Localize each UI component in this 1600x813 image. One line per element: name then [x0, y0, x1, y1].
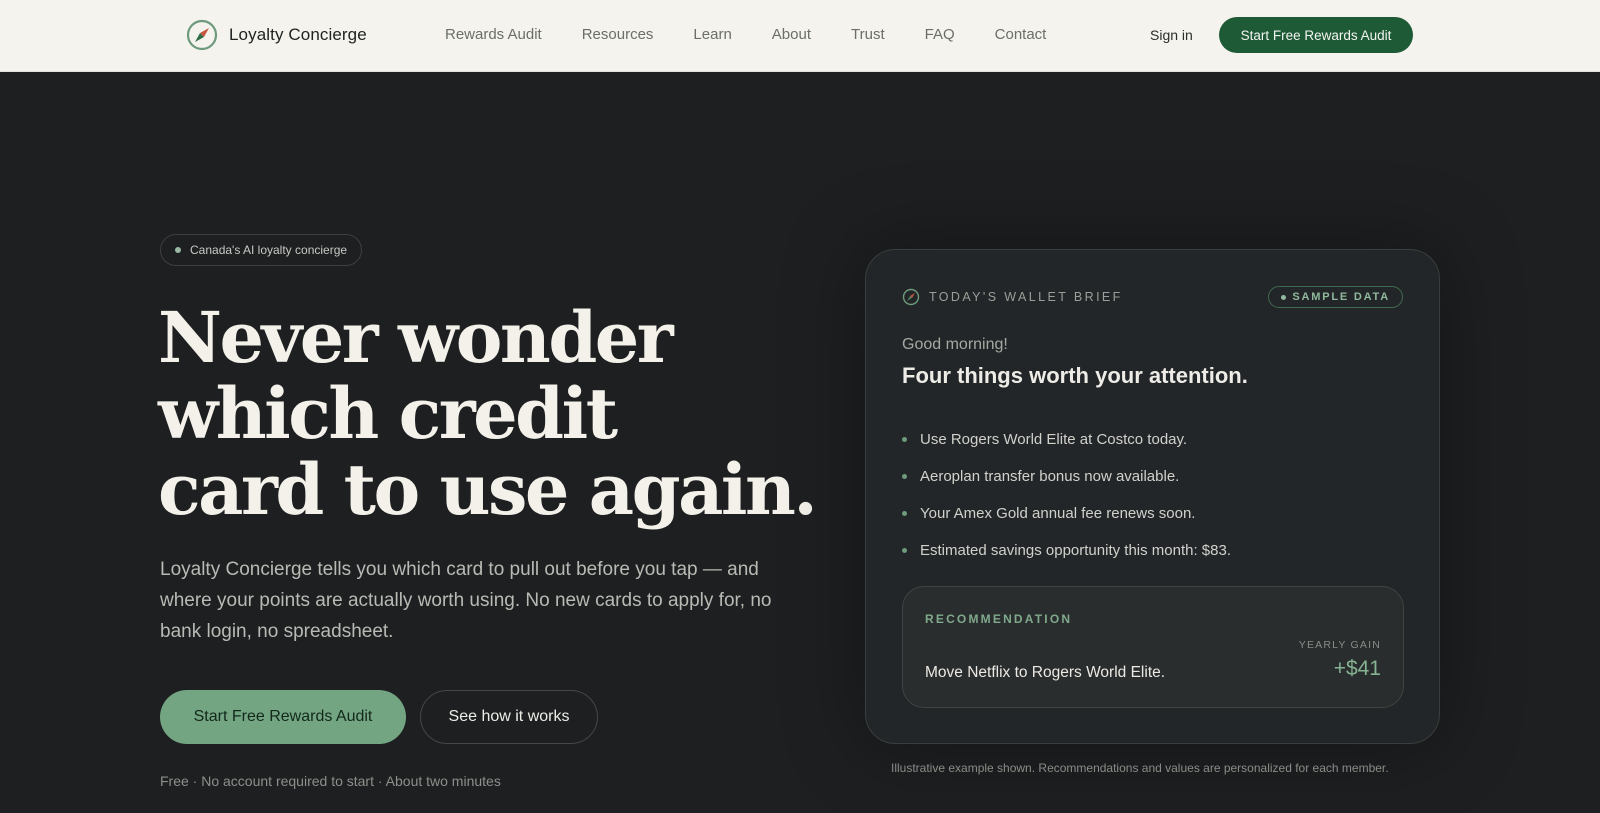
dot-icon: [1281, 294, 1287, 300]
recommendation-box: RECOMMENDATION Move Netflix to Rogers Wo…: [902, 586, 1404, 708]
hero-fineprint: Free · No account required to start · Ab…: [160, 773, 501, 789]
brief-list: Use Rogers World Elite at Costco today. …: [902, 421, 1231, 569]
nav-trust[interactable]: Trust: [851, 26, 885, 43]
bullet-icon: [902, 548, 907, 553]
nav-faq[interactable]: FAQ: [925, 26, 955, 43]
wallet-brief-card: TODAY'S WALLET BRIEF SAMPLE DATA Good mo…: [865, 249, 1440, 744]
yearly-gain-label: YEARLY GAIN: [1298, 639, 1381, 651]
headline-line-1: Never wonder: [158, 296, 674, 379]
list-item-text: Your Amex Gold annual fee renews soon.: [920, 505, 1196, 522]
list-item: Aeroplan transfer bonus now available.: [902, 458, 1231, 495]
sample-data-badge: SAMPLE DATA: [1268, 286, 1403, 308]
recommendation-text: Move Netflix to Rogers World Elite.: [925, 664, 1166, 681]
bullet-icon: [902, 474, 907, 479]
site-header: Loyalty Concierge Rewards Audit Resource…: [0, 0, 1600, 72]
card-title: Four things worth your attention.: [902, 363, 1248, 388]
brand-name: Loyalty Concierge: [229, 25, 367, 44]
nav-rewards-audit[interactable]: Rewards Audit: [445, 26, 542, 43]
nav-contact[interactable]: Contact: [995, 26, 1047, 43]
sample-data-text: SAMPLE DATA: [1292, 291, 1390, 303]
compass-icon: [902, 288, 920, 306]
bullet-icon: [902, 437, 907, 442]
see-how-it-works-button[interactable]: See how it works: [420, 690, 598, 744]
hero-headline: Never wonder which credit card to use ag…: [158, 296, 818, 531]
list-item: Use Rogers World Elite at Costco today.: [902, 421, 1231, 458]
hero-tagline-text: Canada's AI loyalty concierge: [190, 243, 348, 257]
header-cta-button[interactable]: Start Free Rewards Audit: [1219, 17, 1413, 53]
list-item: Your Amex Gold annual fee renews soon.: [902, 495, 1231, 532]
brand-logo-link[interactable]: Loyalty Concierge: [185, 18, 367, 52]
yearly-gain-value: +$41: [1333, 657, 1381, 680]
recommendation-label: RECOMMENDATION: [925, 612, 1073, 626]
sign-in-link[interactable]: Sign in: [1150, 27, 1193, 43]
main-nav: Rewards Audit Resources Learn About Trus…: [445, 26, 1046, 43]
list-item-text: Use Rogers World Elite at Costco today.: [920, 431, 1188, 448]
card-header: TODAY'S WALLET BRIEF: [902, 288, 1123, 306]
nav-about[interactable]: About: [772, 26, 811, 43]
nav-learn[interactable]: Learn: [693, 26, 731, 43]
list-item-text: Aeroplan transfer bonus now available.: [920, 468, 1180, 485]
hero-description: Loyalty Concierge tells you which card t…: [160, 559, 772, 642]
nav-resources[interactable]: Resources: [582, 26, 654, 43]
hero-tagline-pill: Canada's AI loyalty concierge: [160, 234, 363, 266]
card-greeting: Good morning!: [902, 336, 1008, 353]
card-disclaimer: Illustrative example shown. Recommendati…: [891, 761, 1389, 775]
start-audit-button[interactable]: Start Free Rewards Audit: [160, 690, 406, 744]
dot-icon: [175, 247, 181, 253]
headline-line-3: card to use again.: [158, 448, 818, 531]
bullet-icon: [902, 511, 907, 516]
list-item-text: Estimated savings opportunity this month…: [920, 542, 1232, 559]
card-label: TODAY'S WALLET BRIEF: [929, 290, 1123, 304]
headline-line-2: which credit: [158, 372, 618, 455]
compass-icon: [186, 19, 218, 51]
list-item: Estimated savings opportunity this month…: [902, 532, 1231, 569]
